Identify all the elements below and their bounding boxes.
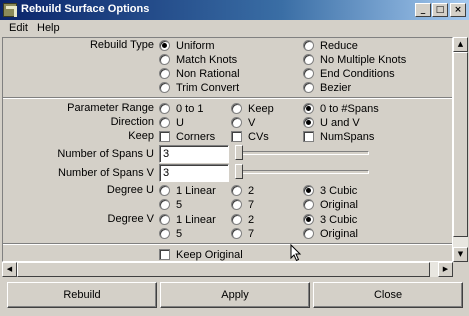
degree-v-original[interactable]: Original [303,227,358,240]
radio-icon [231,214,242,225]
degree-u-label: Degree U [106,184,154,196]
radio-icon [159,214,170,225]
horizontal-scrollbar[interactable]: ◀ ▶ [2,262,453,277]
scrollbar-corner [453,262,468,277]
spans-v-label: Number of Spans V [58,167,154,179]
checkbox-icon [231,131,242,142]
app-icon [3,3,17,17]
parameter-range-keep[interactable]: Keep [231,102,274,115]
parameter-range-0-to-spans[interactable]: 0 to #Spans [303,102,379,115]
rebuild-type-end-conditions[interactable]: End Conditions [303,67,395,80]
radio-icon [303,68,314,79]
apply-button[interactable]: Apply [160,282,310,308]
checkbox-icon [159,131,170,142]
menu-help[interactable]: Help [37,22,60,34]
radio-icon [159,103,170,114]
scroll-down-arrow-icon[interactable]: ▼ [453,247,468,262]
horizontal-scroll-thumb[interactable] [17,262,430,277]
degree-u-5[interactable]: 5 [159,198,182,211]
rebuild-type-match-knots[interactable]: Match Knots [159,53,237,66]
radio-icon [231,103,242,114]
radio-icon [303,54,314,65]
parameter-range-0-to-1[interactable]: 0 to 1 [159,102,204,115]
radio-selected-icon [303,103,314,114]
direction-v[interactable]: V [231,116,255,129]
radio-icon [231,199,242,210]
keep-corners-checkbox[interactable]: Corners [159,130,215,143]
vertical-scrollbar[interactable]: ▲ ▼ [453,37,468,262]
keep-original-checkbox[interactable]: Keep Original [159,248,243,261]
scroll-right-arrow-icon[interactable]: ▶ [438,262,453,277]
radio-icon [159,199,170,210]
degree-v-label: Degree V [107,213,154,225]
degree-u-7[interactable]: 7 [231,198,254,211]
spans-u-slider-handle[interactable] [235,145,243,160]
direction-u-and-v[interactable]: U and V [303,116,360,129]
maximize-button[interactable]: □ [432,3,448,17]
radio-icon [303,228,314,239]
rebuild-type-label: Rebuild Type [89,39,154,51]
radio-selected-icon [303,117,314,128]
scroll-up-arrow-icon[interactable]: ▲ [453,37,468,52]
direction-u[interactable]: U [159,116,184,129]
radio-selected-icon [159,40,170,51]
degree-v-2[interactable]: 2 [231,213,254,226]
spans-u-field[interactable]: 3 [159,145,229,163]
close-button[interactable]: Close [313,282,463,308]
separator [3,243,452,245]
spans-u-slider-track[interactable] [239,151,369,155]
direction-label: Direction [110,116,154,128]
degree-v-5[interactable]: 5 [159,227,182,240]
keep-label: Keep [128,130,154,142]
menu-bar: Edit Help [0,20,469,37]
radio-selected-icon [303,214,314,225]
rebuild-type-trim-convert[interactable]: Trim Convert [159,81,239,94]
parameter-range-label: Parameter Range [67,102,154,114]
degree-v-7[interactable]: 7 [231,227,254,240]
keep-cvs-checkbox[interactable]: CVs [231,130,269,143]
radio-icon [231,117,242,128]
degree-v-linear[interactable]: 1 Linear [159,213,216,226]
checkbox-icon [159,249,170,260]
rebuild-type-uniform[interactable]: Uniform [159,39,215,52]
radio-icon [159,68,170,79]
degree-u-original[interactable]: Original [303,198,358,211]
checkbox-icon [303,131,314,142]
rebuild-type-non-rational[interactable]: Non Rational [159,67,240,80]
degree-u-linear[interactable]: 1 Linear [159,184,216,197]
keep-numspans-checkbox[interactable]: NumSpans [303,130,374,143]
radio-icon [231,185,242,196]
radio-icon [159,185,170,196]
degree-u-cubic[interactable]: 3 Cubic [303,184,357,197]
spans-v-slider-handle[interactable] [235,164,243,179]
mouse-cursor-icon [290,244,302,262]
spans-u-label: Number of Spans U [57,148,154,160]
rebuild-type-bezier[interactable]: Bezier [303,81,351,94]
rebuild-button[interactable]: Rebuild [7,282,157,308]
radio-icon [159,82,170,93]
degree-u-2[interactable]: 2 [231,184,254,197]
separator [3,97,452,99]
window-title: Rebuild Surface Options [21,3,150,15]
radio-icon [231,228,242,239]
menu-edit[interactable]: Edit [9,22,28,34]
options-panel: Rebuild Type Uniform Reduce Match Knots … [2,37,453,262]
spans-v-field[interactable]: 3 [159,164,229,182]
vertical-scroll-thumb[interactable] [453,52,468,237]
radio-icon [303,199,314,210]
rebuild-type-reduce[interactable]: Reduce [303,39,358,52]
close-window-button[interactable]: × [450,3,466,17]
rebuild-type-no-multiple-knots[interactable]: No Multiple Knots [303,53,406,66]
degree-v-cubic[interactable]: 3 Cubic [303,213,357,226]
radio-icon [159,54,170,65]
scroll-left-arrow-icon[interactable]: ◀ [2,262,17,277]
radio-icon [303,82,314,93]
title-bar[interactable]: Rebuild Surface Options _ □ × [0,0,469,20]
radio-icon [159,228,170,239]
radio-icon [303,40,314,51]
spans-v-slider-track[interactable] [239,170,369,174]
radio-selected-icon [303,185,314,196]
radio-icon [159,117,170,128]
minimize-button[interactable]: _ [415,3,431,17]
